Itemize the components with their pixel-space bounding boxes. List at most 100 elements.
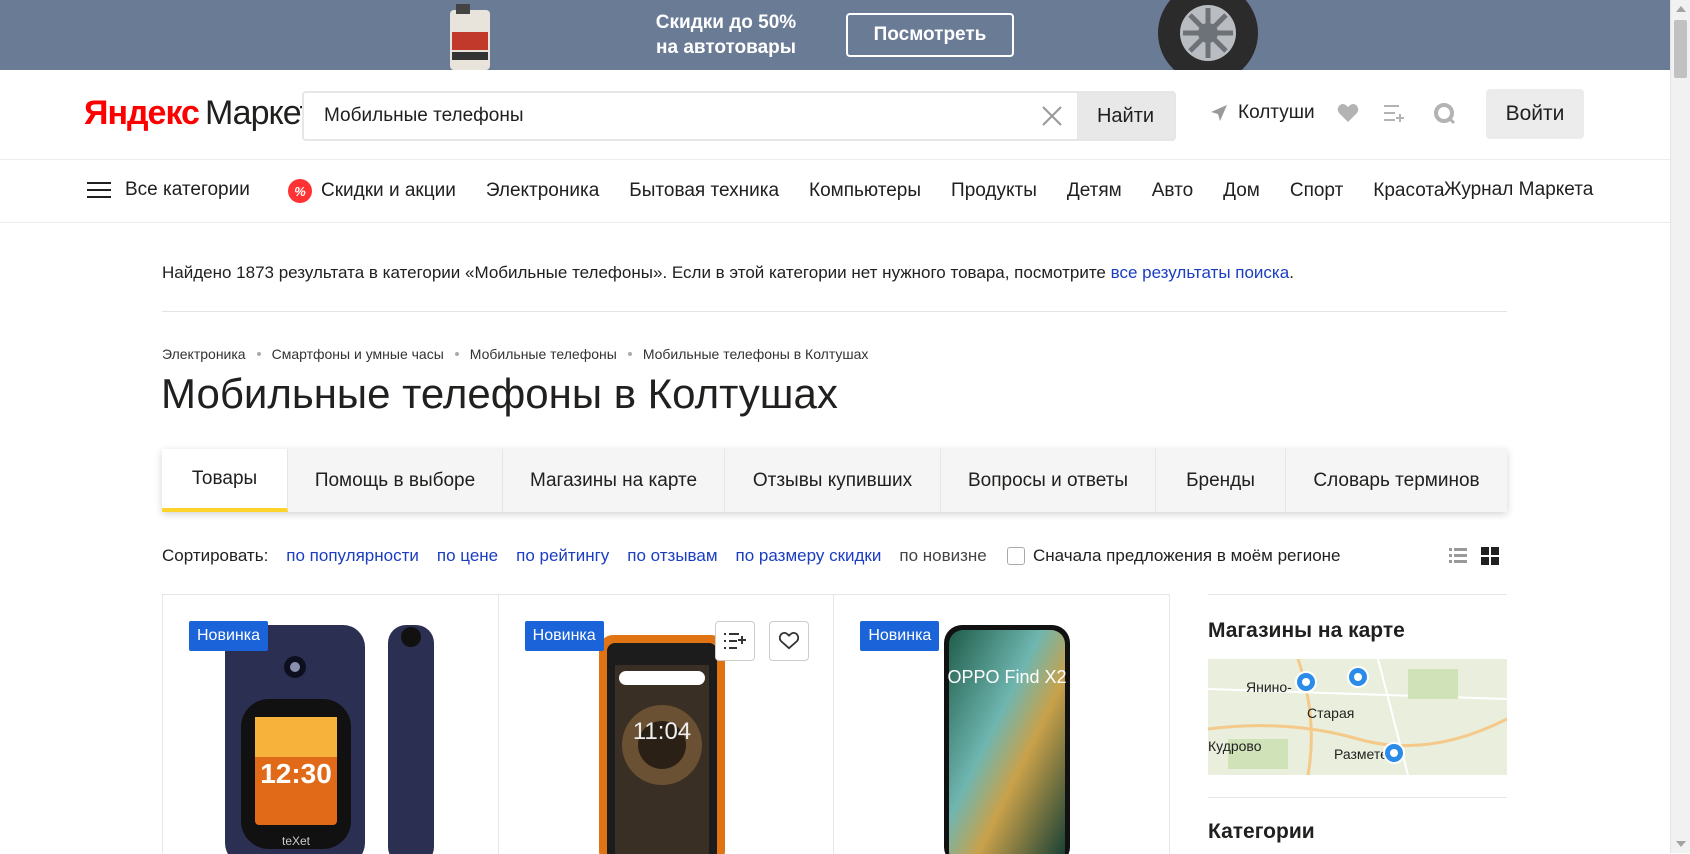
store-pin-icon[interactable] [1294, 670, 1318, 694]
divider [1208, 797, 1507, 798]
map-label: Янино- [1246, 679, 1292, 695]
product-card[interactable]: Новинка OPPO Find X2 [834, 595, 1171, 854]
new-badge: Новинка [860, 621, 940, 651]
sort-price[interactable]: по цене [437, 546, 498, 566]
location-arrow-icon [1211, 105, 1227, 121]
screen-time: 11:04 [633, 718, 691, 745]
scroll-down-icon[interactable] [1676, 841, 1686, 847]
tab-products[interactable]: Товары [162, 449, 288, 512]
nav-item-electronics[interactable]: Электроника [486, 180, 599, 202]
nav-item-sales-label: Скидки и акции [321, 180, 456, 201]
phone-brand-text: teXet [282, 834, 311, 848]
checkbox-box[interactable] [1007, 547, 1025, 565]
breadcrumb-item[interactable]: Электроника [162, 346, 246, 362]
sort-reviews[interactable]: по отзывам [627, 546, 717, 566]
compare-list-icon[interactable] [1383, 103, 1405, 123]
promo-line-2: на автотовары [656, 37, 796, 58]
store-pin-icon[interactable] [1346, 665, 1370, 689]
search-results-info: Найдено 1873 результата в категории «Моб… [162, 263, 1294, 283]
nav-item-computers[interactable]: Компьютеры [809, 180, 921, 202]
map-label: Старая [1307, 705, 1355, 721]
product-card[interactable]: Новинка 11:04 [499, 595, 835, 854]
product-image[interactable]: OPPO Find X2 [944, 625, 1071, 854]
screen-time: 12:30 [260, 758, 332, 789]
divider [162, 311, 1507, 312]
breadcrumb-current: Мобильные телефоны в Колтушах [642, 346, 869, 362]
clear-search-icon[interactable] [1027, 93, 1077, 139]
breadcrumb: Электроника Смартфоны и умные часы Мобил… [162, 346, 868, 362]
breadcrumb-item[interactable]: Мобильные телефоны [470, 346, 617, 362]
login-button[interactable]: Войти [1486, 89, 1584, 139]
banner-view-button[interactable]: Посмотреть [846, 13, 1014, 57]
tab-help[interactable]: Помощь в выборе [288, 449, 503, 512]
search-button[interactable]: Найти [1077, 93, 1174, 139]
logo-product: Маркет [204, 94, 315, 132]
orders-icon[interactable] [1434, 103, 1456, 125]
categories-title: Категории [1208, 820, 1315, 843]
grid-view-icon[interactable] [1481, 547, 1499, 565]
nav-item-sport[interactable]: Спорт [1290, 180, 1343, 202]
percent-icon: % [288, 179, 312, 203]
tab-brands[interactable]: Бренды [1156, 449, 1286, 512]
page-scrollbar[interactable] [1670, 0, 1690, 853]
all-results-link[interactable]: все результаты поиска [1111, 263, 1290, 282]
nav-item-food[interactable]: Продукты [951, 180, 1037, 202]
scroll-up-icon[interactable] [1676, 6, 1686, 12]
nav-item-auto[interactable]: Авто [1152, 180, 1193, 202]
stores-map[interactable]: Янино- Старая Кудрово Размете [1208, 659, 1507, 775]
tire-image [1158, 0, 1258, 70]
nav-item-home[interactable]: Дом [1223, 180, 1260, 202]
promo-banner[interactable]: Скидки до 50% на автотовары Посмотреть [0, 0, 1670, 70]
nav-journal-link[interactable]: Журнал Маркета [1444, 179, 1593, 201]
hamburger-icon [87, 181, 111, 199]
store-pin-icon[interactable] [1382, 741, 1406, 765]
nav-items: % Скидки и акции Электроника Бытовая техн… [288, 179, 1474, 203]
compare-add-icon [723, 633, 746, 649]
favorites-heart-icon[interactable] [1337, 103, 1359, 123]
sort-rating[interactable]: по рейтингу [516, 546, 609, 566]
results-text-end: . [1289, 263, 1294, 282]
nav-item-beauty[interactable]: Красота [1373, 180, 1444, 202]
nav-item-appliances[interactable]: Бытовая техника [629, 180, 779, 202]
product-image[interactable]: 12:30 teXet [213, 625, 453, 854]
location-selector[interactable]: Колтуши [1210, 102, 1315, 124]
nav-item-sales[interactable]: % Скидки и акции [288, 179, 456, 203]
scroll-thumb[interactable] [1674, 20, 1687, 78]
tab-reviews[interactable]: Отзывы купивших [725, 449, 941, 512]
sort-bar: Сортировать: по популярности по цене по … [162, 546, 1005, 566]
tab-qa[interactable]: Вопросы и ответы [941, 449, 1156, 512]
site-header: ЯндексМаркет Найти Колтуши Войти [0, 70, 1670, 160]
map-title[interactable]: Магазины на карте [1208, 619, 1507, 643]
all-categories-button[interactable]: Все категории [87, 179, 250, 201]
divider [1208, 594, 1507, 595]
all-categories-label: Все категории [125, 179, 250, 200]
add-to-favorites-button[interactable] [768, 621, 809, 661]
logo-brand: Яндекс [84, 94, 200, 132]
list-view-icon[interactable] [1449, 547, 1467, 565]
section-tabs: Товары Помощь в выборе Магазины на карте… [162, 449, 1507, 512]
results-text: Найдено 1873 результата в категории «Моб… [162, 263, 1111, 282]
sort-label: Сортировать: [162, 546, 269, 565]
product-image[interactable]: 11:04 [597, 635, 727, 854]
breadcrumb-item[interactable]: Смартфоны и умные часы [272, 346, 444, 362]
tab-glossary[interactable]: Словарь терминов [1286, 449, 1507, 512]
tab-stores-map[interactable]: Магазины на карте [503, 449, 725, 512]
product-card[interactable]: Новинка 12:30 teXet [163, 595, 499, 854]
new-badge: Новинка [189, 621, 268, 651]
breadcrumb-dot [627, 352, 632, 356]
heart-outline-icon [778, 632, 799, 650]
region-checkbox[interactable]: Сначала предложения в моём регионе [1007, 546, 1341, 566]
product-grid: Новинка 12:30 teXet Новинка 11:04 Новинк… [162, 594, 1171, 854]
search-input[interactable] [304, 93, 1027, 139]
view-switcher [1449, 547, 1499, 565]
sort-discount[interactable]: по размеру скидки [736, 546, 882, 566]
location-label: Колтуши [1238, 102, 1315, 123]
sort-newest[interactable]: по новизне [899, 546, 986, 566]
screen-brand-text: OPPO Find X2 [948, 667, 1067, 687]
sort-popularity[interactable]: по популярности [286, 546, 419, 566]
nav-item-kids[interactable]: Детям [1067, 180, 1122, 202]
oil-can-image [450, 4, 490, 70]
market-logo[interactable]: Яндекс Маркет [84, 94, 315, 133]
map-label: Кудрово [1208, 738, 1262, 754]
add-to-compare-button[interactable] [714, 621, 755, 661]
